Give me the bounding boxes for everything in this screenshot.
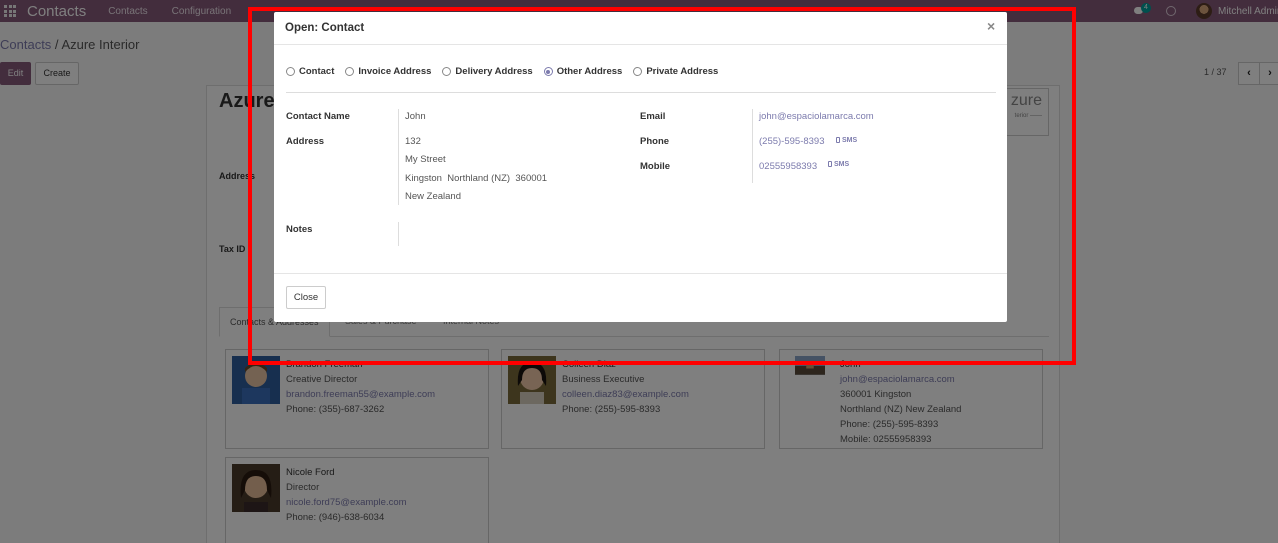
highlight-rectangle [248, 7, 1076, 365]
